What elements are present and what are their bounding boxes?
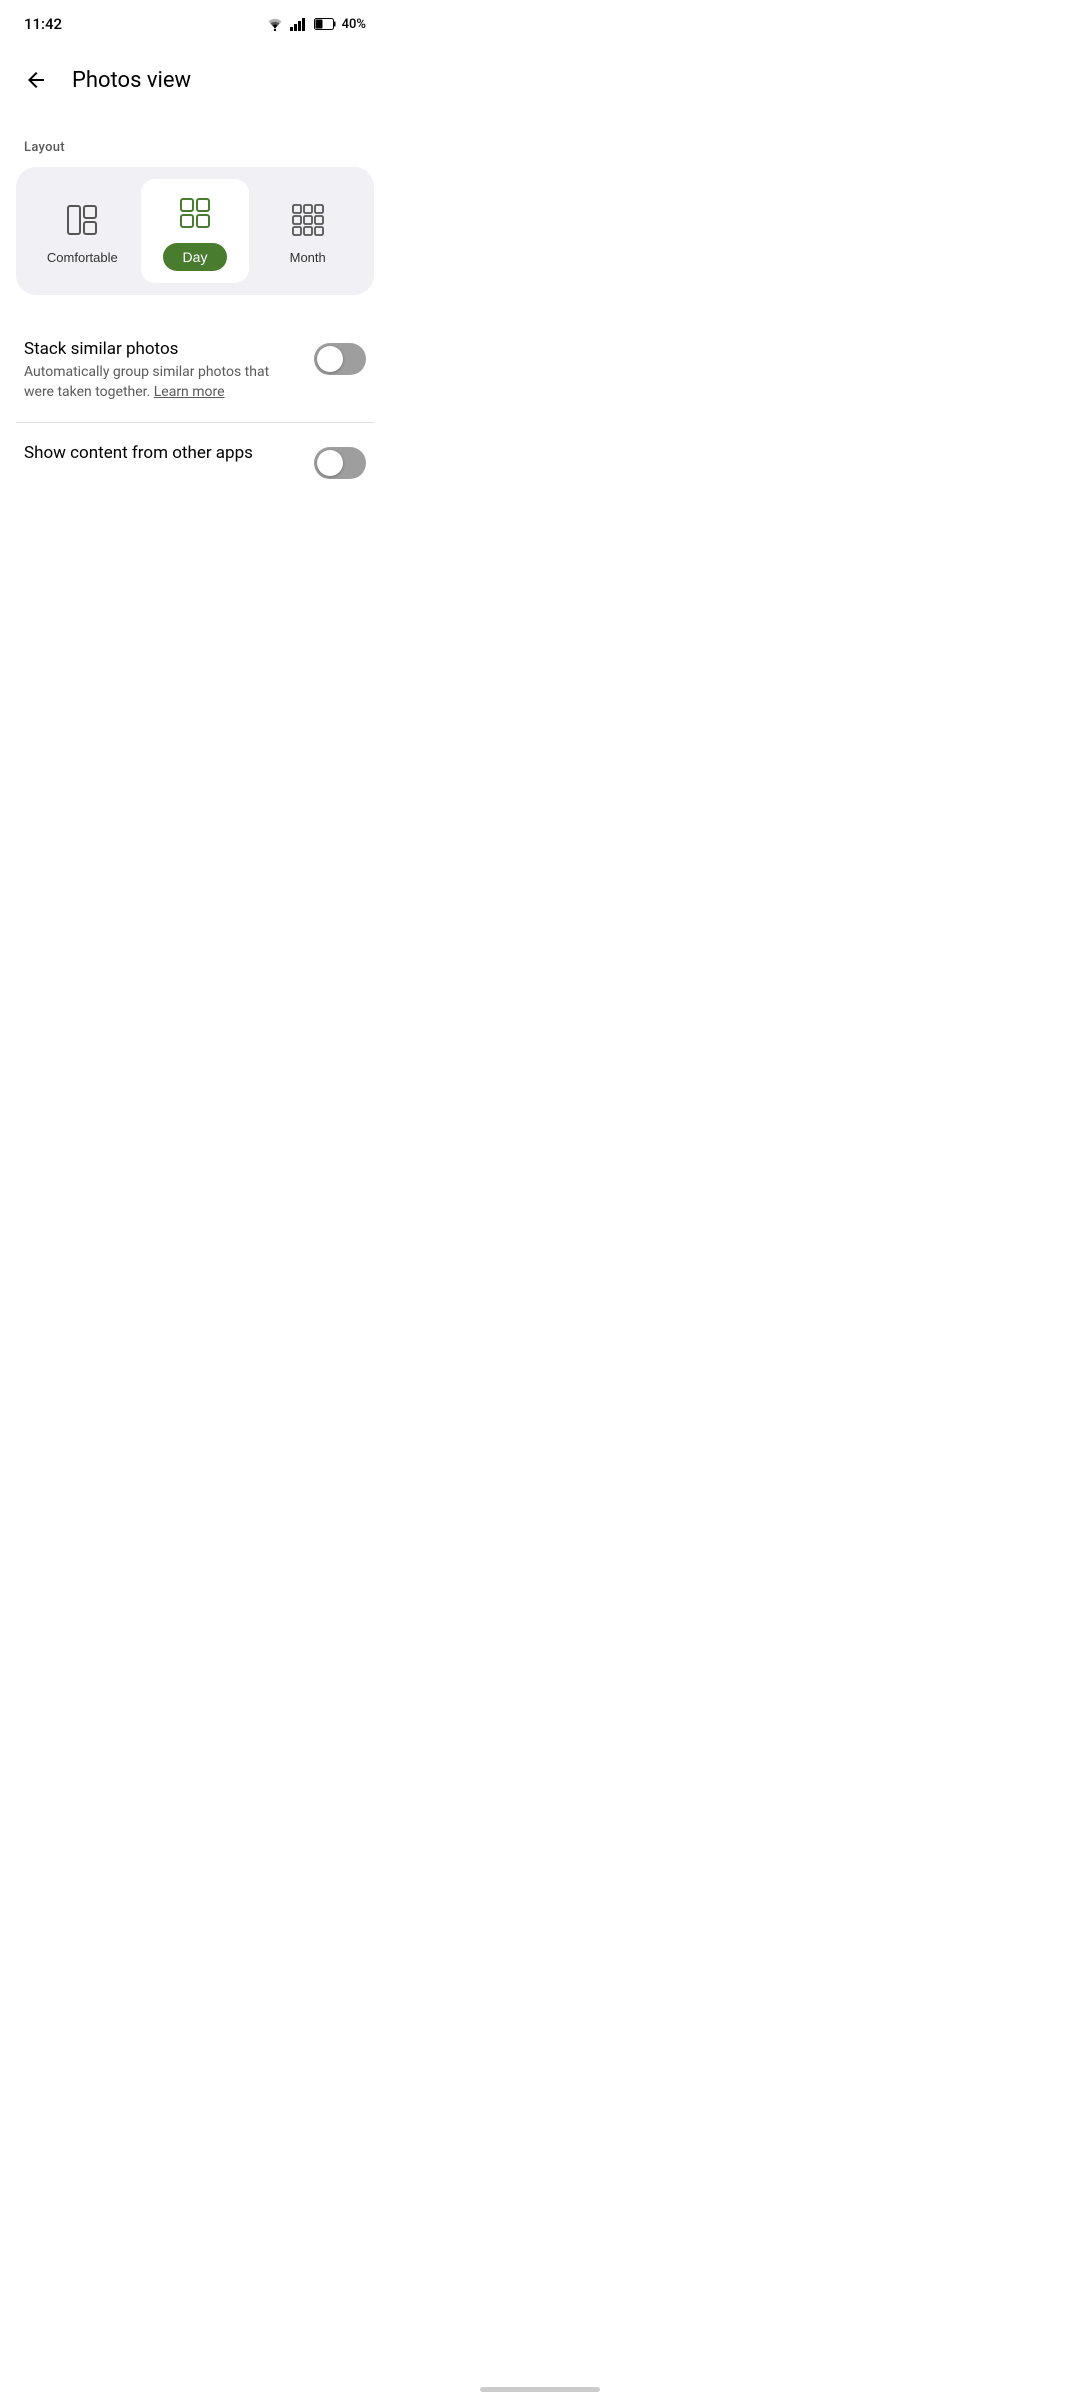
toggle-knob-2 xyxy=(317,450,343,476)
layout-option-month[interactable]: Month xyxy=(253,179,362,283)
comfortable-icon xyxy=(64,202,100,238)
day-icon xyxy=(177,195,213,231)
page-title: Photos view xyxy=(72,68,191,93)
wifi-icon xyxy=(266,17,284,31)
layout-selector: Comfortable Day xyxy=(16,167,374,295)
back-arrow-icon xyxy=(24,68,48,92)
comfortable-label: Comfortable xyxy=(47,250,118,265)
stack-similar-row: Stack similar photos Automatically group… xyxy=(0,319,390,422)
battery-percentage: 40% xyxy=(342,17,366,32)
status-bar: 11:42 40% xyxy=(0,0,390,44)
show-content-row: Show content from other apps xyxy=(0,423,390,499)
status-time: 11:42 xyxy=(24,15,62,33)
battery-icon xyxy=(314,18,336,30)
home-indicator xyxy=(480,2387,600,2392)
app-bar: Photos view xyxy=(0,44,390,116)
layout-option-comfortable[interactable]: Comfortable xyxy=(28,179,137,283)
content-area: Layout Comfortable xyxy=(0,116,390,507)
status-icons: 40% xyxy=(266,17,366,32)
show-content-text: Show content from other apps xyxy=(24,443,298,467)
show-content-toggle[interactable] xyxy=(314,447,366,479)
stack-similar-text: Stack similar photos Automatically group… xyxy=(24,339,298,402)
month-label: Month xyxy=(290,250,326,265)
signal-icon xyxy=(290,17,308,31)
show-content-title: Show content from other apps xyxy=(24,443,298,463)
learn-more-link[interactable]: Learn more xyxy=(154,384,225,400)
back-button[interactable] xyxy=(16,60,56,100)
stack-similar-description: Automatically group similar photos that … xyxy=(24,363,298,402)
layout-option-day[interactable]: Day xyxy=(141,179,250,283)
toggle-knob xyxy=(317,346,343,372)
layout-section-label: Layout xyxy=(0,124,390,167)
day-label: Day xyxy=(163,243,228,271)
month-icon xyxy=(290,202,326,238)
stack-similar-title: Stack similar photos xyxy=(24,339,298,359)
stack-similar-toggle[interactable] xyxy=(314,343,366,375)
